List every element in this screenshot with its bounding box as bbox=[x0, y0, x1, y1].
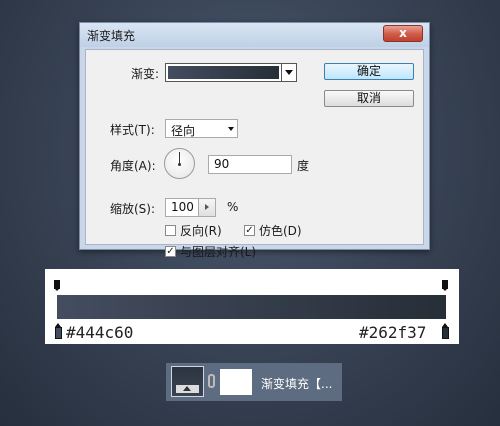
scale-unit: % bbox=[227, 200, 239, 214]
angle-dial-center bbox=[178, 163, 181, 166]
style-select[interactable]: 径向 bbox=[165, 119, 238, 138]
style-label: 样式(T): bbox=[110, 123, 155, 137]
angle-unit: 度 bbox=[297, 159, 310, 173]
dialog-title: 渐变填充 bbox=[87, 29, 136, 43]
ok-button[interactable]: 确定 bbox=[324, 63, 414, 80]
scale-input[interactable]: 100 bbox=[165, 198, 199, 217]
scale-stepper-button[interactable] bbox=[198, 198, 216, 217]
gradient-label: 渐变: bbox=[131, 67, 160, 81]
right-color-hex: #262f37 bbox=[359, 323, 427, 342]
angle-dial[interactable] bbox=[164, 148, 195, 179]
color-stop-right[interactable] bbox=[442, 323, 449, 339]
align-with-layer-checkbox[interactable]: ✓ bbox=[165, 246, 176, 257]
fill-layer-thumbnail[interactable] bbox=[171, 366, 204, 397]
gradient-preview[interactable] bbox=[165, 63, 282, 82]
left-color-hex: #444c60 bbox=[66, 323, 134, 342]
align-with-layer-label: 与图层对齐(L) bbox=[180, 245, 257, 259]
gradient-swatch bbox=[168, 66, 279, 79]
link-icon[interactable] bbox=[208, 374, 215, 388]
close-button[interactable]: x bbox=[383, 25, 423, 42]
dither-checkbox[interactable]: ✓ bbox=[244, 225, 255, 236]
layer-mask-thumbnail[interactable] bbox=[220, 369, 252, 395]
dialog-panel: 渐变: 样式(T): 径向 角度(A): 90 度 缩放(S): 100 % 反… bbox=[85, 49, 424, 259]
close-icon: x bbox=[399, 26, 407, 40]
style-select-value: 径向 bbox=[171, 124, 196, 138]
gradient-strip bbox=[57, 295, 446, 319]
dialog-titlebar[interactable]: 渐变填充 x bbox=[80, 23, 429, 47]
dither-label: 仿色(D) bbox=[259, 224, 302, 238]
gradient-fill-dialog: 渐变填充 x 渐变: 样式(T): 径向 角度(A): 90 度 缩放(S): … bbox=[79, 22, 430, 259]
chevron-down-icon bbox=[228, 127, 234, 131]
opacity-stop-left[interactable] bbox=[54, 280, 60, 291]
reverse-label: 反向(R) bbox=[180, 224, 222, 238]
check-icon: ✓ bbox=[166, 246, 175, 257]
reverse-checkbox[interactable] bbox=[165, 225, 176, 236]
check-icon: ✓ bbox=[245, 225, 254, 236]
chevron-down-icon bbox=[285, 70, 293, 75]
angle-input[interactable]: 90 bbox=[208, 155, 292, 174]
gradient-editor-bar: #444c60 #262f37 bbox=[45, 269, 459, 344]
cancel-button[interactable]: 取消 bbox=[324, 90, 414, 107]
scale-label: 缩放(S): bbox=[110, 202, 156, 216]
layer-name[interactable]: 渐变填充【... bbox=[261, 375, 332, 392]
opacity-stop-right[interactable] bbox=[442, 280, 448, 291]
layer-row[interactable]: 渐变填充【... bbox=[166, 363, 342, 401]
color-stop-left[interactable] bbox=[55, 323, 62, 339]
angle-label: 角度(A): bbox=[110, 159, 156, 173]
gradient-dropdown-button[interactable] bbox=[282, 63, 297, 82]
gradient-icon bbox=[183, 386, 191, 391]
chevron-right-icon bbox=[205, 204, 209, 210]
